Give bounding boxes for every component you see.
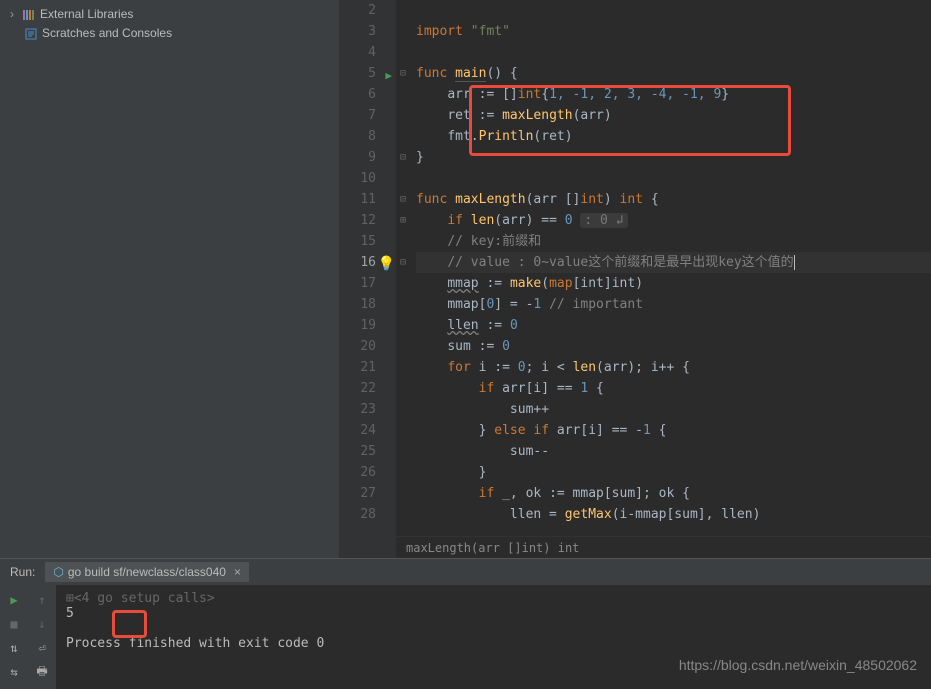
run-header: Run: ⬡ go build sf/newclass/class040 × (0, 559, 931, 585)
fold-marker[interactable]: ⊟ (396, 63, 410, 84)
code-line[interactable]: // value : 0~value这个前缀和是最早出现key这个值的 (416, 252, 931, 273)
layout2-button[interactable]: ⇆ (4, 662, 24, 682)
line-number[interactable]: 16💡 (340, 252, 396, 273)
code-line[interactable]: sum := 0 (416, 336, 931, 357)
layout-button[interactable]: ⇅ (4, 638, 24, 658)
tree-item-scratches[interactable]: Scratches and Consoles (0, 24, 339, 43)
chevron-right-icon: › (10, 7, 18, 21)
line-number[interactable]: 5▶ (340, 63, 396, 84)
code-line[interactable]: } (416, 147, 931, 168)
line-number[interactable]: 18 (340, 294, 396, 315)
line-number[interactable]: 8 (340, 126, 396, 147)
setup-calls[interactable]: ⊞<4 go setup calls> (66, 591, 921, 606)
print-button[interactable]: 🖶 (32, 662, 52, 682)
line-number[interactable]: 4 (340, 42, 396, 63)
go-icon: ⬡ (53, 565, 63, 579)
line-number[interactable]: 23 (340, 399, 396, 420)
code-line[interactable]: sum++ (416, 399, 931, 420)
line-number[interactable]: 20 (340, 336, 396, 357)
code-line[interactable]: for i := 0; i < len(arr); i++ { (416, 357, 931, 378)
code-line[interactable]: llen := 0 (416, 315, 931, 336)
line-number[interactable]: 7 (340, 105, 396, 126)
fold-column[interactable]: ⊟ ⊟ ⊟ ⊞ ⊟ (396, 0, 410, 273)
line-number[interactable]: 6 (340, 84, 396, 105)
main-area: › External Libraries Scratches and Conso… (0, 0, 931, 558)
code-line[interactable]: } else if arr[i] == -1 { (416, 420, 931, 441)
intention-bulb-icon[interactable]: 💡 (378, 254, 395, 275)
code-line[interactable]: mmap[0] = -1 // important (416, 294, 931, 315)
line-number[interactable]: 28 (340, 504, 396, 525)
code-line[interactable]: arr := []int{1, -1, 2, 3, -4, -1, 9} (416, 84, 931, 105)
code-line[interactable]: func main() { (416, 63, 931, 84)
fold-marker[interactable]: ⊟ (396, 147, 410, 168)
code-line[interactable]: fmt.Println(ret) (416, 126, 931, 147)
tree-label: Scratches and Consoles (42, 26, 172, 40)
code-line[interactable]: sum-- (416, 441, 931, 462)
editor-pane: 2 3 4 5▶ 6 7 8 9 10 11 12 15 16💡 17 18 1… (340, 0, 931, 558)
fold-marker[interactable]: ⊞ (396, 210, 410, 231)
output-line: Process finished with exit code 0 (66, 636, 921, 651)
code-line[interactable]: import "fmt" (416, 21, 931, 42)
code-line[interactable]: func maxLength(arr []int) int { (416, 189, 931, 210)
line-number[interactable]: 15 (340, 231, 396, 252)
scratch-icon (24, 26, 38, 41)
line-number[interactable]: 12 (340, 210, 396, 231)
run-config-tab[interactable]: ⬡ go build sf/newclass/class040 × (45, 562, 249, 582)
fold-marker[interactable]: ⊟ (396, 189, 410, 210)
fold-marker[interactable]: ⊟ (396, 252, 410, 273)
code-area[interactable]: ⊟ ⊟ ⊟ ⊞ ⊟ import "fmt" func main() { arr… (396, 0, 931, 558)
folded-code-hint[interactable]: : 0 ↲ (580, 213, 627, 228)
library-icon (22, 7, 36, 22)
tree-item-external-libraries[interactable]: › External Libraries (0, 5, 339, 24)
line-number[interactable]: 3 (340, 21, 396, 42)
output-line: 5 (66, 606, 921, 621)
line-number[interactable]: 21 (340, 357, 396, 378)
line-number[interactable]: 25 (340, 441, 396, 462)
console-output[interactable]: ⊞<4 go setup calls> 5 Process finished w… (56, 585, 931, 689)
code-line[interactable]: if len(arr) == 0 : 0 ↲ (416, 210, 931, 231)
run-label: Run: (10, 565, 35, 579)
run-body: ▶ ■ ⇅ ⇆ ↑ ↓ ⏎ 🖶 ⊞<4 go setup calls> 5 Pr… (0, 585, 931, 689)
line-gutter[interactable]: 2 3 4 5▶ 6 7 8 9 10 11 12 15 16💡 17 18 1… (340, 0, 396, 558)
project-sidebar[interactable]: › External Libraries Scratches and Conso… (0, 0, 340, 558)
code-line[interactable] (416, 0, 931, 21)
line-number[interactable]: 10 (340, 168, 396, 189)
tree-label: External Libraries (40, 7, 133, 21)
run-toolbar-left: ▶ ■ ⇅ ⇆ (0, 585, 28, 689)
line-number[interactable]: 9 (340, 147, 396, 168)
line-number[interactable]: 27 (340, 483, 396, 504)
up-button[interactable]: ↑ (32, 590, 52, 610)
rerun-button[interactable]: ▶ (4, 590, 24, 610)
line-number[interactable]: 19 (340, 315, 396, 336)
line-number[interactable]: 24 (340, 420, 396, 441)
code-line[interactable]: // key:前缀和 (416, 231, 931, 252)
code-line[interactable]: ret := maxLength(arr) (416, 105, 931, 126)
code-line[interactable] (416, 168, 931, 189)
breadcrumb[interactable]: maxLength(arr []int) int (396, 536, 931, 558)
run-toolbar-2: ↑ ↓ ⏎ 🖶 (28, 585, 56, 689)
line-number[interactable]: 11 (340, 189, 396, 210)
line-number[interactable]: 22 (340, 378, 396, 399)
stop-button[interactable]: ■ (4, 614, 24, 634)
output-line (66, 621, 921, 636)
code-line[interactable]: } (416, 462, 931, 483)
line-number[interactable]: 26 (340, 462, 396, 483)
run-gutter-icon[interactable]: ▶ (385, 65, 392, 86)
code-line[interactable]: if _, ok := mmap[sum]; ok { (416, 483, 931, 504)
code-line[interactable]: if arr[i] == 1 { (416, 378, 931, 399)
line-number[interactable]: 2 (340, 0, 396, 21)
down-button[interactable]: ↓ (32, 614, 52, 634)
watermark: https://blog.csdn.net/weixin_48502062 (679, 657, 917, 673)
wrap-button[interactable]: ⏎ (32, 638, 52, 658)
code-line[interactable] (416, 42, 931, 63)
code-line[interactable]: llen = getMax(i-mmap[sum], llen) (416, 504, 931, 525)
code-line[interactable]: mmap := make(map[int]int) (416, 273, 931, 294)
close-icon[interactable]: × (234, 565, 241, 579)
line-number[interactable]: 17 (340, 273, 396, 294)
